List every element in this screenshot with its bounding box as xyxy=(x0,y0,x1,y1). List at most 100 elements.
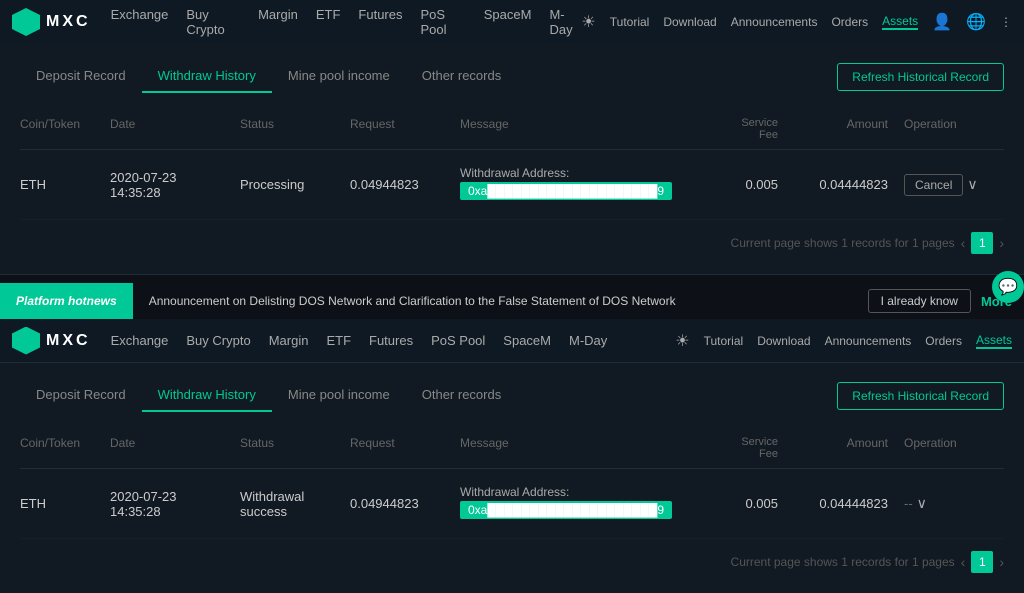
nav2-futures[interactable]: Futures xyxy=(369,331,413,350)
nav-right: ☀ Tutorial Download Announcements Orders… xyxy=(581,12,1012,32)
top-panel: MXC Exchange Buy Crypto Margin ETF Futur… xyxy=(0,0,1024,275)
chat-button[interactable]: 💬 xyxy=(992,271,1024,303)
th2-request: Request xyxy=(350,436,460,460)
logo: MXC xyxy=(12,8,91,36)
nav2-tutorial[interactable]: Tutorial xyxy=(704,334,744,348)
prev-page-1[interactable]: ‹ xyxy=(961,235,966,251)
nav2-mday[interactable]: M-Day xyxy=(569,331,607,350)
th-amount: Amount xyxy=(794,117,904,141)
more-icon[interactable]: ⋮ xyxy=(1000,15,1012,29)
cell-status-1: Processing xyxy=(240,177,350,192)
current-page-1[interactable]: 1 xyxy=(971,232,993,254)
tab-withdraw[interactable]: Withdraw History xyxy=(142,60,272,93)
navbar-2: MXC Exchange Buy Crypto Margin ETF Futur… xyxy=(0,319,1024,363)
address-display-2: 0xa████████████████████9 xyxy=(460,501,672,519)
current-page-2[interactable]: 1 xyxy=(971,551,993,573)
nav2-download[interactable]: Download xyxy=(757,334,810,348)
nav-right-2: ☀ Tutorial Download Announcements Orders… xyxy=(675,331,1012,351)
th2-coin: Coin/Token xyxy=(20,436,110,460)
tab2-deposit[interactable]: Deposit Record xyxy=(20,379,142,412)
nav2-pos-pool[interactable]: PoS Pool xyxy=(431,331,485,350)
chevron-icon-2[interactable]: ∨ xyxy=(917,495,927,512)
banner: Platform hotnews Announcement on Delisti… xyxy=(0,283,1024,319)
chevron-icon-1[interactable]: ∨ xyxy=(967,176,977,193)
tab-deposit[interactable]: Deposit Record xyxy=(20,60,142,93)
nav-announcements[interactable]: Announcements xyxy=(731,15,818,29)
nav2-orders[interactable]: Orders xyxy=(925,334,962,348)
cancel-button-1[interactable]: Cancel xyxy=(904,174,963,196)
pagination-1: Current page shows 1 records for 1 pages… xyxy=(20,232,1004,254)
banner-text: Announcement on Delisting DOS Network an… xyxy=(133,294,868,308)
cell-fee-1: 0.005 xyxy=(714,177,794,192)
nav2-buy-crypto[interactable]: Buy Crypto xyxy=(186,331,250,350)
table-header-1: Coin/Token Date Status Request Message S… xyxy=(20,109,1004,150)
cell-request-1: 0.04944823 xyxy=(350,177,460,192)
cell2-operation-1: -- ∨ xyxy=(904,495,1004,512)
tab2-mine-pool[interactable]: Mine pool income xyxy=(272,379,406,412)
th2-amount: Amount xyxy=(794,436,904,460)
panel1-content: Deposit Record Withdraw History Mine poo… xyxy=(0,44,1024,274)
nav2-exchange[interactable]: Exchange xyxy=(111,331,169,350)
nav-tutorial[interactable]: Tutorial xyxy=(610,15,650,29)
th2-status: Status xyxy=(240,436,350,460)
logo-text: MXC xyxy=(46,13,91,31)
next-page-2[interactable]: › xyxy=(999,554,1004,570)
th2-operation: Operation xyxy=(904,436,1004,460)
nav2-spacem[interactable]: SpaceM xyxy=(503,331,551,350)
next-page-1[interactable]: › xyxy=(999,235,1004,251)
nav-margin[interactable]: Margin xyxy=(258,5,298,39)
tab2-other[interactable]: Other records xyxy=(406,379,517,412)
nav-etf[interactable]: ETF xyxy=(316,5,341,39)
nav-buy-crypto[interactable]: Buy Crypto xyxy=(186,5,240,39)
nav2-etf[interactable]: ETF xyxy=(326,331,351,350)
logo-2: MXC xyxy=(12,327,91,355)
cell2-fee-1: 0.005 xyxy=(714,496,794,511)
tab2-withdraw[interactable]: Withdraw History xyxy=(142,379,272,412)
tab-other[interactable]: Other records xyxy=(406,60,517,93)
cell2-amount-1: 0.04444823 xyxy=(794,496,904,511)
refresh-btn-1[interactable]: Refresh Historical Record xyxy=(837,63,1004,91)
nav-orders[interactable]: Orders xyxy=(831,15,868,29)
cell2-request-1: 0.04944823 xyxy=(350,496,460,511)
nav2-announcements[interactable]: Announcements xyxy=(825,334,912,348)
theme-icon-2[interactable]: ☀ xyxy=(675,331,689,351)
refresh-btn-2[interactable]: Refresh Historical Record xyxy=(837,382,1004,410)
nav-assets[interactable]: Assets xyxy=(882,14,918,30)
tab-mine-pool[interactable]: Mine pool income xyxy=(272,60,406,93)
cell-amount-1: 0.04444823 xyxy=(794,177,904,192)
nav2-margin[interactable]: Margin xyxy=(269,331,309,350)
logo-icon xyxy=(12,8,40,36)
cell2-message-1: Withdrawal Address: 0xa█████████████████… xyxy=(460,485,714,522)
nav-links-2: Exchange Buy Crypto Margin ETF Futures P… xyxy=(111,331,676,350)
nav-exchange[interactable]: Exchange xyxy=(111,5,169,39)
navbar: MXC Exchange Buy Crypto Margin ETF Futur… xyxy=(0,0,1024,44)
nav-pos-pool[interactable]: PoS Pool xyxy=(420,5,465,39)
theme-icon[interactable]: ☀ xyxy=(581,12,595,32)
nav-mday[interactable]: M-Day xyxy=(549,5,581,39)
nav2-assets[interactable]: Assets xyxy=(976,333,1012,349)
dash-placeholder: -- xyxy=(904,496,913,511)
th2-date: Date xyxy=(110,436,240,460)
pagination-2: Current page shows 1 records for 1 pages… xyxy=(20,551,1004,573)
th-service-fee: ServiceFee xyxy=(714,117,794,141)
prev-page-2[interactable]: ‹ xyxy=(961,554,966,570)
table-header-2: Coin/Token Date Status Request Message S… xyxy=(20,428,1004,469)
cell2-status-1: Withdrawal success xyxy=(240,489,350,519)
i-already-know-button[interactable]: I already know xyxy=(868,289,971,313)
th-status: Status xyxy=(240,117,350,141)
cell2-coin-1: ETH xyxy=(20,496,110,511)
th-operation: Operation xyxy=(904,117,1004,141)
table-row-2: ETH 2020-07-23 14:35:28 Withdrawal succe… xyxy=(20,469,1004,539)
panel2-content: Deposit Record Withdraw History Mine poo… xyxy=(0,363,1024,593)
user-icon[interactable]: 👤 xyxy=(932,12,952,32)
th-request: Request xyxy=(350,117,460,141)
th2-service-fee: ServiceFee xyxy=(714,436,794,460)
nav-download[interactable]: Download xyxy=(663,15,716,29)
nav-links: Exchange Buy Crypto Margin ETF Futures P… xyxy=(111,5,582,39)
bottom-panel: MXC Exchange Buy Crypto Margin ETF Futur… xyxy=(0,319,1024,593)
nav-spacem[interactable]: SpaceM xyxy=(484,5,532,39)
th-message: Message xyxy=(460,117,714,141)
panel-divider: 💬 xyxy=(0,275,1024,283)
nav-futures[interactable]: Futures xyxy=(358,5,402,39)
globe-icon[interactable]: 🌐 xyxy=(966,12,986,32)
